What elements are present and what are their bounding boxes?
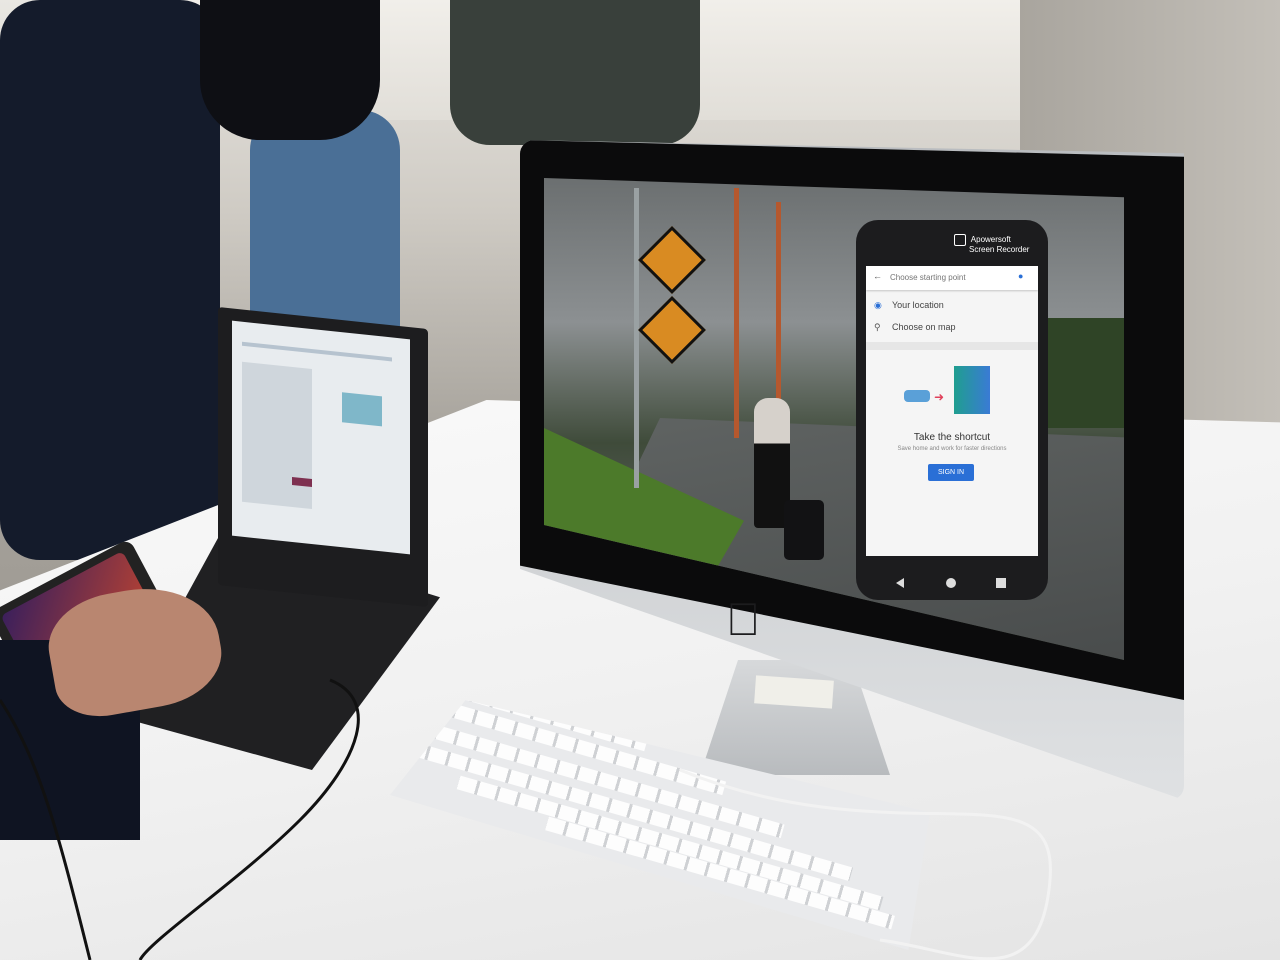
tall-pole-left (734, 188, 739, 438)
recorder-badge: Apowersoft Screen Recorder (954, 234, 1042, 256)
list-item-choose-on-map[interactable]: ⚲ Choose on map (866, 316, 1038, 338)
laptop-window-panel (242, 361, 312, 510)
stand-sticker (754, 675, 834, 709)
apple-logo-icon:  (726, 596, 761, 642)
building-icon (954, 366, 990, 414)
map-pin-icon: ⚲ (874, 322, 881, 332)
person-left (0, 0, 220, 560)
location-label: Your location (892, 300, 944, 310)
section-divider (866, 342, 1038, 350)
traffic-light-sign-icon (638, 226, 706, 294)
person-coat (450, 0, 700, 145)
recorder-product: Screen Recorder (969, 245, 1030, 254)
maps-app-screen: ← ● ◉ Your location ⚲ Choose on map ➜ Ta… (866, 266, 1038, 556)
mic-icon[interactable]: ● (1018, 271, 1023, 281)
recorder-brand: Apowersoft (970, 235, 1011, 245)
sign-in-button[interactable]: SIGN IN (928, 464, 974, 481)
arrow-right-icon: ➜ (934, 390, 945, 404)
nav-recents-icon[interactable] (996, 578, 1006, 588)
laptop-window-toolbar (242, 341, 392, 362)
car-icon (904, 390, 930, 402)
map-label: Choose on map (892, 322, 956, 332)
back-arrow-icon[interactable]: ← (873, 271, 882, 281)
person-jeans (250, 110, 400, 340)
shortcut-subtitle: Save home and work for faster directions (897, 446, 1007, 452)
record-icon (954, 234, 966, 246)
sign-pole (634, 188, 639, 488)
list-item-your-location[interactable]: ◉ Your location (866, 294, 1038, 316)
shortcut-title: Take the shortcut (913, 432, 991, 443)
rolling-suitcase (784, 500, 824, 560)
laptop-display[interactable] (232, 320, 410, 555)
laptop-window-thumbnail (342, 392, 382, 427)
phone-mockup: Apowersoft Screen Recorder ← ● ◉ Your lo… (856, 220, 1048, 600)
person-jacket (200, 0, 380, 140)
nav-back-icon[interactable] (896, 578, 904, 588)
search-bar: ← ● (866, 266, 1038, 290)
crossroads-sign-icon (638, 296, 706, 364)
search-input[interactable] (890, 271, 1008, 284)
nav-home-icon[interactable] (946, 578, 956, 588)
location-dot-icon: ◉ (874, 300, 882, 310)
